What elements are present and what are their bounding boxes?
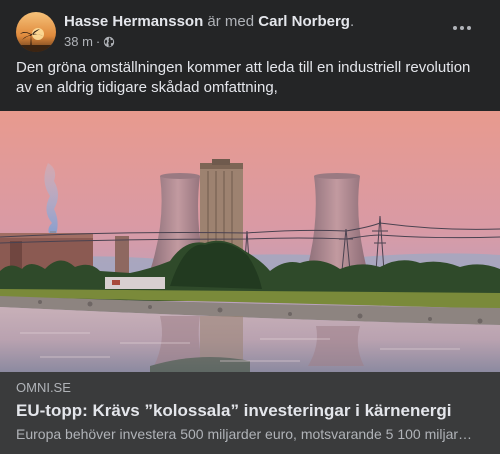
with-text: är med [207,13,255,30]
more-dot [453,26,457,30]
link-preview-image[interactable] [0,111,500,372]
more-dot [467,26,471,30]
nuclear-plant-image [0,111,500,372]
globe-icon[interactable] [103,36,115,48]
more-options-button[interactable] [450,18,474,38]
link-preview[interactable]: OMNI.SE EU-topp: Krävs ”kolossala” inves… [0,372,500,454]
link-domain: OMNI.SE [16,380,71,395]
post-meta: 38 m · [64,34,115,50]
author-period: . [349,13,355,30]
tagged-name[interactable]: Carl Norberg [258,13,350,30]
post-card: Hasse Hermansson är med Carl Norberg. 38… [0,0,500,454]
post-text: Den gröna omställningen kommer att leda … [16,59,471,96]
link-title[interactable]: EU-topp: Krävs ”kolossala” investeringar… [16,400,452,422]
more-dot [460,26,464,30]
author-line: Hasse Hermansson är med Carl Norberg. [64,12,354,32]
link-description: Europa behöver investera 500 miljarder e… [16,426,476,442]
meta-separator: · [95,34,101,49]
avatar[interactable] [16,12,56,52]
avatar-image [16,12,56,52]
post-header: Hasse Hermansson är med Carl Norberg. 38… [16,12,488,52]
author-name[interactable]: Hasse Hermansson [64,13,203,30]
post-timestamp[interactable]: 38 m [64,34,93,50]
